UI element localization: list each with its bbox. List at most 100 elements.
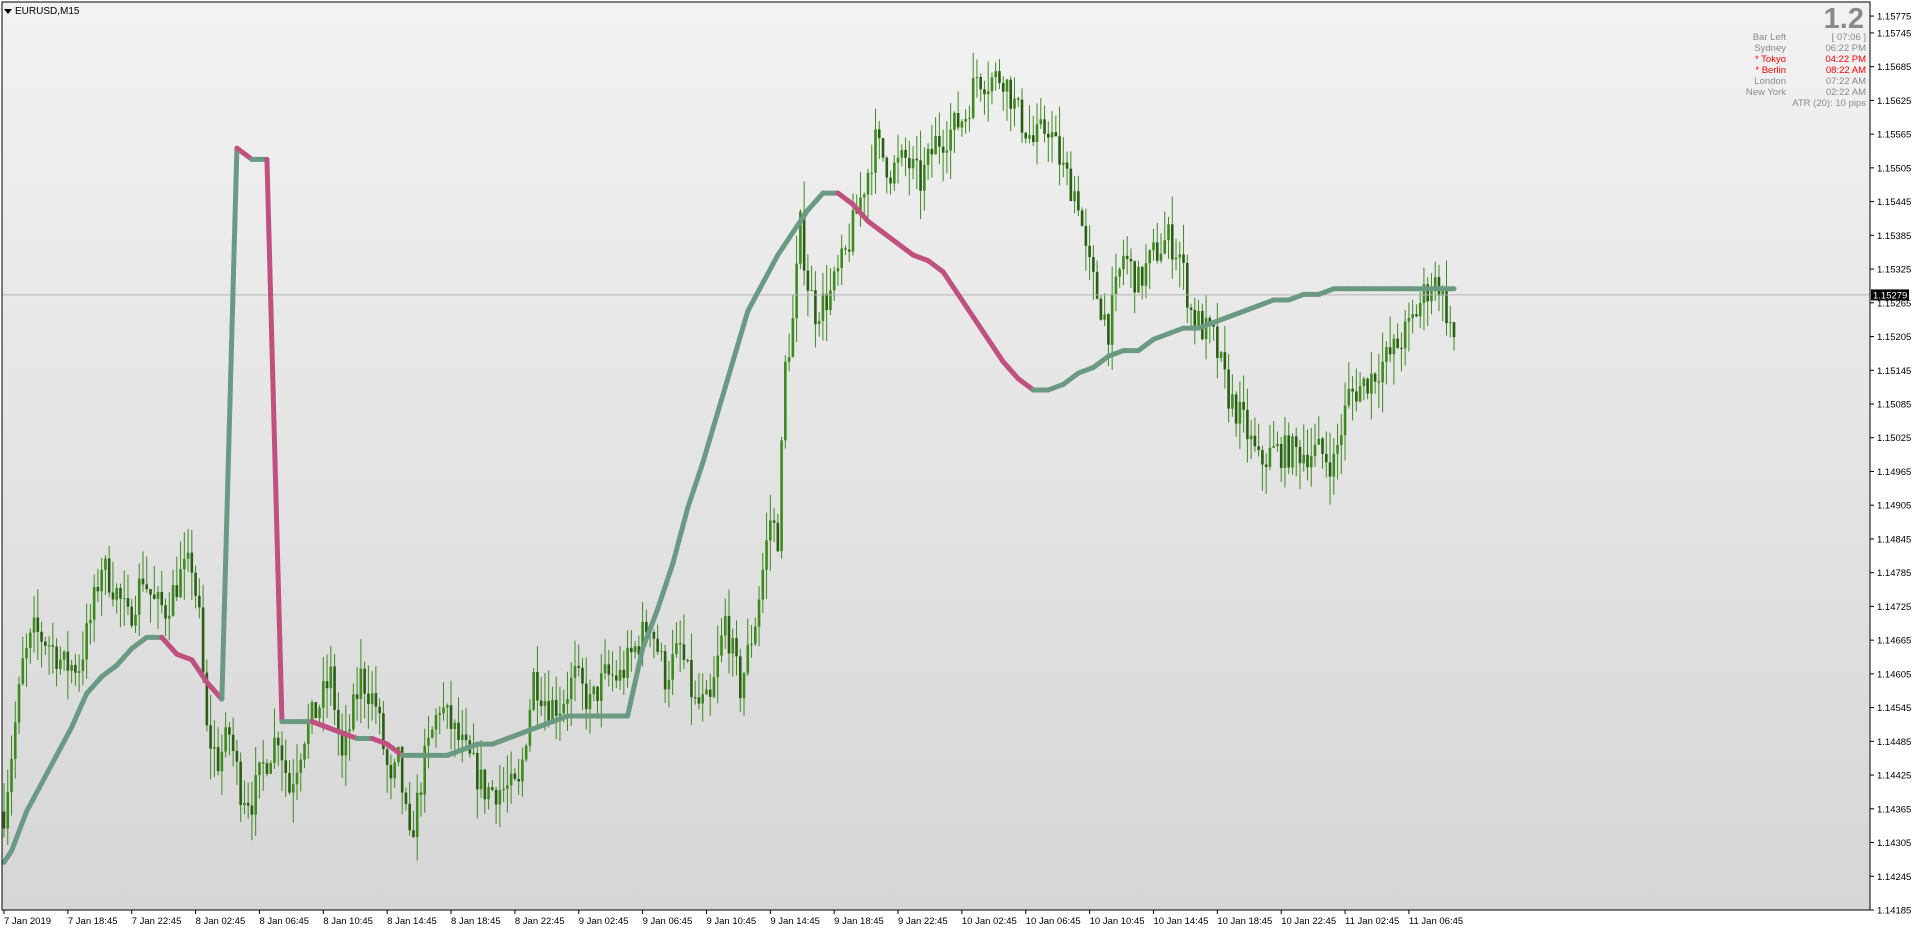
info-value: 07:22 AM — [1825, 76, 1866, 87]
y-tick-label: 1.14485 — [1877, 737, 1911, 748]
candle-body — [829, 290, 832, 311]
candle-body — [825, 293, 828, 311]
candle-body — [81, 659, 85, 672]
candle-body — [1231, 394, 1234, 409]
candle-body — [1306, 454, 1309, 468]
candle-body — [1088, 245, 1091, 258]
candle-body — [258, 762, 261, 776]
candle-body — [953, 113, 956, 130]
candle-body — [419, 792, 423, 795]
candle-body — [427, 737, 430, 746]
candle-body — [115, 587, 118, 600]
x-tick-label: 10 Jan 14:45 — [1153, 916, 1208, 927]
candle-body — [107, 558, 111, 593]
candle-body — [1268, 447, 1272, 467]
candle-body — [660, 651, 663, 653]
candle-body — [735, 638, 738, 657]
x-tick-label: 8 Jan 02:45 — [196, 916, 246, 927]
chart-window[interactable]: 1.15775 1.15745 1.15685 1.15625 1.15565 1.155… — [0, 0, 1916, 933]
candle-body — [836, 268, 840, 272]
y-tick-label: 1.14365 — [1877, 804, 1911, 815]
candle-body — [389, 765, 393, 779]
candle-body — [1249, 435, 1253, 440]
candle-body — [476, 752, 479, 790]
candle-body — [851, 210, 855, 252]
candle-body — [1242, 401, 1245, 410]
candle-body — [1084, 225, 1088, 246]
info-label: Bar Left — [1752, 32, 1786, 43]
candle-body — [543, 701, 547, 707]
candle-body — [1276, 443, 1279, 447]
candle-body — [303, 744, 306, 760]
candle-body — [513, 773, 517, 779]
info-row-bar-left: Bar Left [ 07:06 ] — [1726, 32, 1866, 43]
candle-body — [1182, 254, 1185, 263]
current-price-label: 1.15279 — [1873, 290, 1907, 301]
candle-body — [1024, 132, 1028, 139]
candle-body — [923, 164, 926, 191]
candle-body — [160, 591, 164, 606]
y-tick-label: 1.15625 — [1877, 96, 1911, 107]
candle-body — [723, 616, 727, 636]
candle-body — [1385, 347, 1388, 362]
candle-body — [746, 644, 750, 674]
candle-body — [994, 71, 998, 78]
candle-body — [2, 811, 6, 829]
candle-body — [21, 658, 25, 684]
candle-body — [359, 668, 363, 699]
info-value: 02:22 AM — [1825, 87, 1866, 98]
candle-body — [85, 623, 88, 660]
info-label: * Tokyo — [1755, 54, 1786, 65]
candle-body — [1257, 446, 1260, 451]
candle-body — [573, 665, 577, 678]
candle-body — [1069, 168, 1073, 202]
symbol-title[interactable]: EURUSD,M15 — [4, 4, 79, 18]
candle-body — [243, 802, 246, 806]
candle-body — [998, 71, 1001, 83]
candle-body — [1039, 119, 1043, 125]
candle-body — [1355, 391, 1358, 402]
candle-body — [213, 747, 216, 749]
candle-body — [367, 693, 370, 705]
candle-body — [201, 607, 205, 673]
candle-body — [874, 129, 877, 173]
dropdown-arrow-icon[interactable] — [4, 8, 12, 14]
candle-body — [235, 750, 239, 762]
y-tick-label: 1.15325 — [1877, 265, 1911, 276]
price-chart[interactable]: 1.15775 1.15745 1.15685 1.15625 1.15565 1.155… — [0, 0, 1916, 933]
candle-body — [1163, 240, 1167, 254]
candle-body — [1223, 352, 1227, 370]
candle-body — [1370, 373, 1373, 394]
candle-body — [329, 666, 333, 689]
candle-body — [911, 158, 915, 169]
x-tick-label: 7 Jan 2019 — [4, 916, 51, 927]
candle-body — [183, 558, 186, 570]
y-tick-label: 1.15565 — [1877, 130, 1911, 141]
candle-body — [333, 666, 336, 710]
candle-body — [265, 763, 269, 774]
candle-body — [904, 149, 907, 158]
candle-body — [919, 160, 922, 191]
candle-body — [1178, 254, 1182, 258]
candle-body — [832, 271, 836, 291]
candle-body — [656, 638, 659, 652]
candle-body — [28, 632, 32, 648]
candle-body — [1396, 338, 1399, 348]
candle-body — [671, 654, 674, 680]
candle-body — [190, 552, 194, 573]
candle-body — [145, 584, 149, 590]
y-tick-label: 1.15685 — [1877, 62, 1911, 73]
candle-body — [712, 677, 716, 697]
candle-body — [472, 752, 475, 754]
candle-body — [1400, 347, 1403, 349]
candle-body — [295, 772, 299, 785]
candle-body — [1189, 307, 1193, 310]
candle-body — [1159, 253, 1163, 261]
candle-body — [1279, 443, 1283, 468]
candle-body — [460, 734, 464, 740]
candle-body — [457, 722, 460, 740]
candle-body — [1291, 436, 1294, 468]
candle-body — [581, 667, 584, 684]
atr-readout: ATR (20): 10 pips — [1792, 98, 1866, 109]
price-axis: 1.15775 1.15745 1.15685 1.15625 1.15565 1.155… — [1870, 12, 1911, 917]
